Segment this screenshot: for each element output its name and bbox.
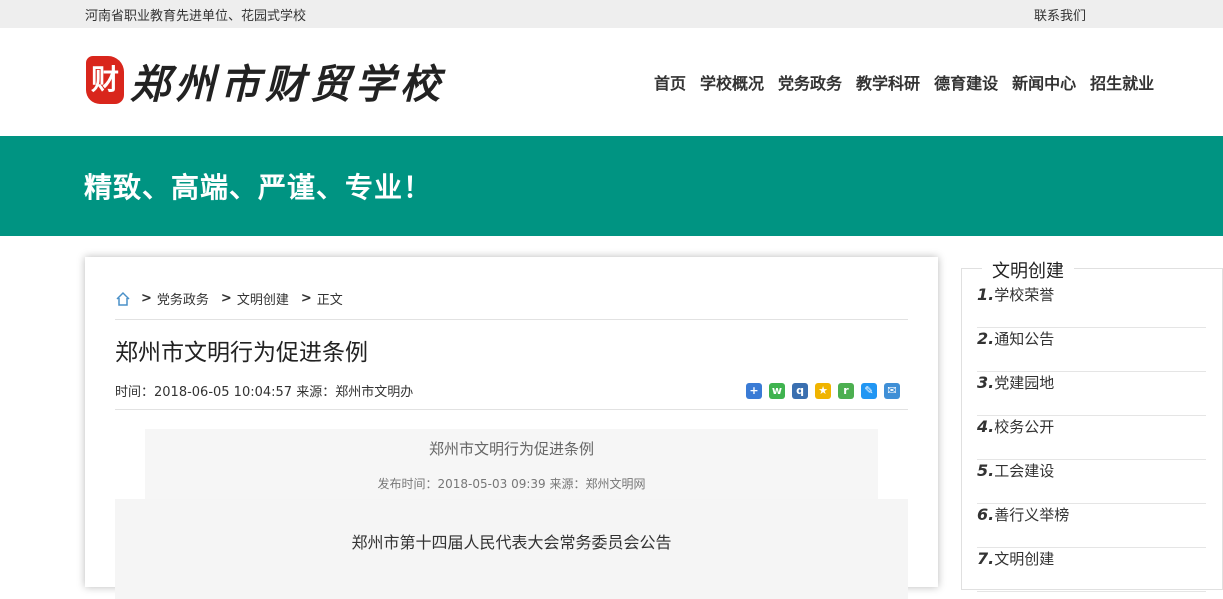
sidebar-item-label: 校务公开 (994, 418, 1055, 436)
breadcrumb: > 党务政务 > 文明创建 > 正文 (115, 289, 355, 308)
sidebar-item-affairs[interactable]: 4.校务公开 (977, 416, 1206, 460)
sidebar-item-honors[interactable]: 1.学校荣誉 (977, 284, 1206, 328)
renren-icon[interactable]: r (838, 383, 854, 399)
nav-item-news[interactable]: 新闻中心 (1012, 70, 1076, 94)
logo-seal: 财 (86, 56, 124, 104)
sidebar-item-number: 3. (977, 373, 995, 392)
sidebar-title: 文明创建 (982, 257, 1074, 283)
breadcrumb-separator: > (141, 291, 152, 306)
email-icon[interactable]: ✉ (884, 383, 900, 399)
sidebar-item-civilization[interactable]: 7.文明创建 (977, 548, 1206, 592)
share-more-icon[interactable]: + (746, 383, 762, 399)
banner-slogan: 精致、高端、严谨、专业！ (84, 171, 433, 204)
site-header: 财 郑州市财贸学校 首页 学校概况 党务政务 教学科研 德育建设 新闻中心 招生… (0, 28, 1223, 136)
article-title: 郑州市文明行为促进条例 (115, 340, 368, 366)
school-logo[interactable]: 财 郑州市财贸学校 (86, 50, 466, 112)
sidebar-item-number: 1. (977, 285, 995, 304)
breadcrumb-civilization[interactable]: 文明创建 (237, 289, 289, 308)
main-nav: 首页 学校概况 党务政务 教学科研 德育建设 新闻中心 招生就业 (654, 70, 1168, 94)
embedded-article-meta: 发布时间：2018-05-03 09:39 来源：郑州文明网 (377, 477, 646, 491)
nav-item-admissions[interactable]: 招生就业 (1090, 70, 1154, 94)
school-honors-text: 河南省职业教育先进单位、花园式学校 (85, 9, 307, 24)
nav-item-party-affairs[interactable]: 党务政务 (778, 70, 842, 94)
divider (115, 409, 908, 410)
sidebar-item-number: 5. (977, 461, 995, 480)
announcement-block: 郑州市第十四届人民代表大会常务委员会公告 (115, 499, 908, 599)
sidebar-menu: 文明创建 1.学校荣誉 2.通知公告 3.党建园地 4.校务公开 5.工会建设 … (961, 257, 1223, 592)
divider (115, 319, 908, 320)
wechat-icon[interactable]: w (769, 383, 785, 399)
sidebar-item-number: 7. (977, 549, 995, 568)
contact-us-link[interactable]: 联系我们 (1034, 5, 1086, 24)
embedded-article-header: 郑州市文明行为促进条例 发布时间：2018-05-03 09:39 来源：郑州文… (145, 429, 878, 499)
sidebar-item-number: 2. (977, 329, 995, 348)
sidebar-item-number: 4. (977, 417, 995, 436)
sidebar-item-label: 学校荣誉 (994, 286, 1055, 304)
school-name: 郑州市财贸学校 (130, 61, 445, 108)
nav-item-teaching[interactable]: 教学科研 (856, 70, 920, 94)
sidebar-item-party-building[interactable]: 3.党建园地 (977, 372, 1206, 416)
breadcrumb-separator: > (300, 291, 312, 306)
nav-item-about[interactable]: 学校概况 (700, 70, 764, 94)
slogan-banner: 精致、高端、严谨、专业！ (0, 136, 1223, 236)
sidebar-item-label: 工会建设 (994, 462, 1055, 480)
qq-icon[interactable]: q (792, 383, 808, 399)
top-bar: 河南省职业教育先进单位、花园式学校 联系我们 (0, 0, 1223, 28)
sidebar-item-union[interactable]: 5.工会建设 (977, 460, 1206, 504)
nav-item-home[interactable]: 首页 (654, 70, 686, 94)
sidebar-item-good-deeds[interactable]: 6.善行义举榜 (977, 504, 1206, 548)
home-icon[interactable] (115, 291, 131, 307)
nav-item-moral-education[interactable]: 德育建设 (934, 70, 998, 94)
article-meta: 时间：2018-06-05 10:04:57 来源：郑州市文明办 (115, 385, 414, 400)
breadcrumb-separator: > (220, 291, 232, 306)
sidebar-item-label: 党建园地 (994, 374, 1055, 392)
sidebar-item-number: 6. (977, 505, 995, 524)
share-bar: + w q ★ r ✎ ✉ (746, 383, 907, 399)
sidebar-item-notices[interactable]: 2.通知公告 (977, 328, 1206, 372)
breadcrumb-current: 正文 (316, 293, 343, 308)
announcement-title: 郑州市第十四届人民代表大会常务委员会公告 (351, 533, 672, 552)
sidebar-item-label: 文明创建 (994, 550, 1055, 568)
weibo-icon[interactable]: ✎ (861, 383, 877, 399)
article-panel: > 党务政务 > 文明创建 > 正文 郑州市文明行为促进条例 时间：2018-0… (85, 257, 938, 599)
sidebar-item-label: 通知公告 (994, 330, 1055, 348)
breadcrumb-party-affairs[interactable]: 党务政务 (157, 289, 209, 308)
sidebar-item-label: 善行义举榜 (994, 506, 1070, 524)
qzone-icon[interactable]: ★ (815, 383, 831, 399)
embedded-article-title: 郑州市文明行为促进条例 (428, 440, 594, 458)
